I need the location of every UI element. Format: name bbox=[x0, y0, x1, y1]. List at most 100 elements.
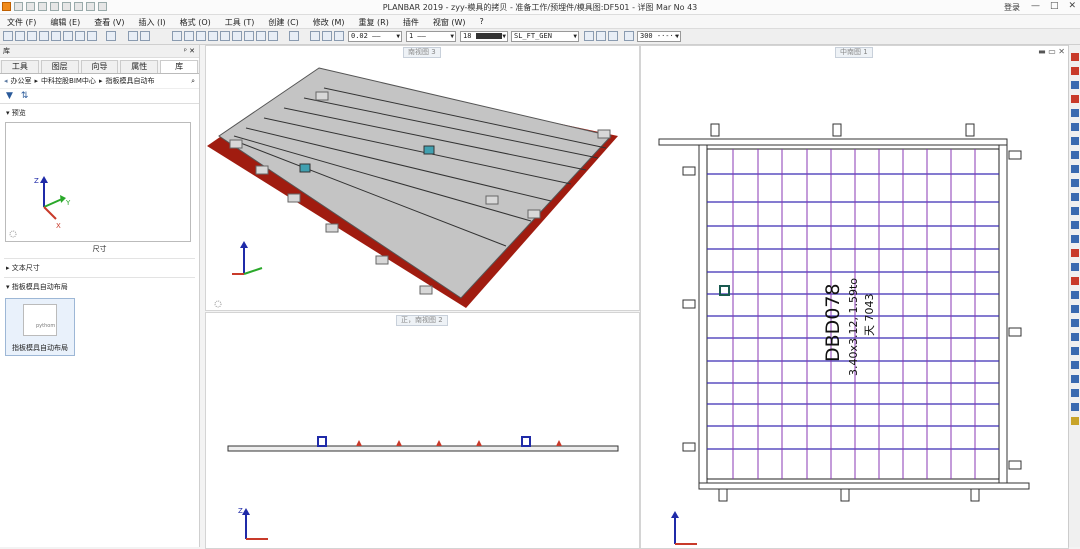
tab-properties[interactable]: 属性 bbox=[120, 60, 159, 73]
top-viewport[interactable]: 中南图 1 ▬ ▭ ✕ DBD078 3.40x3.12, 1.59to 天 7… bbox=[640, 45, 1069, 549]
layer-select[interactable]: SL_FT_GEN ▼ bbox=[511, 31, 579, 42]
menu-format[interactable]: 格式 (O) bbox=[173, 15, 218, 28]
menu-tools[interactable]: 工具 (T) bbox=[218, 15, 262, 28]
scale-select[interactable]: 300 -·-·- ▼ bbox=[637, 31, 681, 42]
stretch-icon[interactable] bbox=[1071, 221, 1079, 229]
breadcrumb-bim-center[interactable]: 中科控股BIM中心 bbox=[41, 76, 96, 86]
tab-tools[interactable]: 工具 bbox=[1, 60, 39, 73]
copy-icon[interactable] bbox=[15, 31, 25, 41]
delete-object-icon[interactable] bbox=[1071, 249, 1079, 257]
iso-view-icon[interactable] bbox=[220, 31, 230, 41]
line-type-select[interactable]: 1 —— ▼ bbox=[406, 31, 456, 42]
menu-plugins[interactable]: 插件 bbox=[396, 15, 426, 28]
modify-icon[interactable] bbox=[1071, 263, 1079, 271]
layer-tool-icon[interactable] bbox=[1071, 347, 1079, 355]
view-3d-icon[interactable] bbox=[208, 31, 218, 41]
pen-thickness-select[interactable]: 0.02 —— ▼ bbox=[348, 31, 402, 42]
zoom-icon[interactable] bbox=[106, 31, 116, 41]
text-icon[interactable] bbox=[1071, 123, 1079, 131]
viewport-icon[interactable] bbox=[184, 31, 194, 41]
hatch-icon[interactable] bbox=[1071, 333, 1079, 341]
tab-layers[interactable]: 图层 bbox=[40, 60, 79, 73]
slab-section bbox=[227, 445, 619, 452]
color-number: 18 bbox=[463, 32, 472, 40]
group-icon[interactable] bbox=[1071, 403, 1079, 411]
color-select[interactable]: 18 ▼ bbox=[460, 31, 508, 42]
sort-icon[interactable]: ⇅ bbox=[21, 91, 29, 101]
breadcrumb-office[interactable]: 办公室 bbox=[11, 76, 32, 86]
pen-icon[interactable] bbox=[310, 31, 320, 41]
select-icon[interactable] bbox=[1071, 361, 1079, 369]
front-viewport[interactable]: 正，南视图 2 Z bbox=[205, 312, 640, 549]
redraw-icon[interactable] bbox=[63, 31, 73, 41]
pencil-icon[interactable] bbox=[334, 31, 344, 41]
menu-window[interactable]: 视窗 (W) bbox=[426, 15, 473, 28]
array-icon[interactable] bbox=[1071, 193, 1079, 201]
view-2d-icon[interactable] bbox=[196, 31, 206, 41]
line-type-value: 1 bbox=[409, 32, 414, 40]
measure-icon[interactable] bbox=[87, 31, 97, 41]
menu-repeat[interactable]: 重复 (R) bbox=[351, 15, 395, 28]
expand-icon[interactable]: ▸ bbox=[6, 264, 10, 272]
join-icon[interactable] bbox=[1071, 319, 1079, 327]
iso-viewport[interactable]: 南视图 3 bbox=[205, 45, 640, 311]
measure-icon[interactable] bbox=[1071, 109, 1079, 117]
search-icon[interactable]: ⌕ bbox=[191, 77, 195, 86]
filter-icon[interactable]: ▼ bbox=[6, 91, 13, 101]
render-icon[interactable] bbox=[268, 31, 278, 41]
preview-icon[interactable] bbox=[75, 31, 85, 41]
line-style-icon[interactable] bbox=[322, 31, 332, 41]
scale-object-icon[interactable] bbox=[1071, 207, 1079, 215]
pin-close-icon[interactable]: ᵖ ✕ bbox=[184, 45, 195, 57]
mirror-icon[interactable] bbox=[1071, 179, 1079, 187]
trim-icon[interactable] bbox=[1071, 235, 1079, 243]
snap-icon[interactable] bbox=[51, 31, 61, 41]
fillet-icon[interactable] bbox=[1071, 305, 1079, 313]
maximize-button[interactable]: □ bbox=[1050, 1, 1059, 11]
magnify-icon[interactable] bbox=[289, 31, 299, 41]
menu-help[interactable]: ? bbox=[473, 15, 491, 28]
cut-icon[interactable] bbox=[3, 31, 13, 41]
menu-create[interactable]: 创建 (C) bbox=[261, 15, 305, 28]
collapse-icon[interactable]: ▾ bbox=[6, 283, 10, 291]
menu-insert[interactable]: 插入 (I) bbox=[132, 15, 173, 28]
draw-polyline-icon[interactable] bbox=[1071, 67, 1079, 75]
delete-icon[interactable] bbox=[39, 31, 49, 41]
layer-lock-icon[interactable] bbox=[596, 31, 606, 41]
lifting-hook bbox=[521, 436, 531, 447]
offset-icon[interactable] bbox=[1071, 291, 1079, 299]
dimension-icon[interactable] bbox=[1071, 81, 1079, 89]
paste-icon[interactable] bbox=[27, 31, 37, 41]
collapse-icon[interactable]: ▾ bbox=[6, 109, 10, 117]
draw-line-icon[interactable] bbox=[1071, 53, 1079, 61]
front-view-icon[interactable] bbox=[232, 31, 242, 41]
pen-tool-icon[interactable] bbox=[1071, 277, 1079, 285]
menu-view[interactable]: 查看 (V) bbox=[87, 15, 131, 28]
layer-visibility-icon[interactable] bbox=[584, 31, 594, 41]
menu-edit[interactable]: 编辑 (E) bbox=[43, 15, 87, 28]
redo-toolbar-icon[interactable] bbox=[140, 31, 150, 41]
breadcrumb-folder[interactable]: 指板模具自动布 bbox=[105, 76, 154, 86]
minimize-button[interactable]: — bbox=[1031, 1, 1040, 11]
properties-icon[interactable] bbox=[1071, 389, 1079, 397]
scale-icon[interactable] bbox=[624, 31, 634, 41]
settings-icon[interactable] bbox=[1071, 417, 1079, 425]
top-view-icon[interactable] bbox=[256, 31, 266, 41]
library-item-auto-layout[interactable]: pythom 指板模具自动布局 bbox=[5, 298, 75, 356]
side-view-icon[interactable] bbox=[244, 31, 254, 41]
rebar-icon[interactable] bbox=[1071, 95, 1079, 103]
back-arrow-icon[interactable]: ◂ bbox=[4, 77, 8, 85]
undo-toolbar-icon[interactable] bbox=[128, 31, 138, 41]
copy-object-icon[interactable] bbox=[1071, 137, 1079, 145]
bulb-icon[interactable] bbox=[608, 31, 618, 41]
window-icon[interactable] bbox=[172, 31, 182, 41]
move-icon[interactable] bbox=[1071, 151, 1079, 159]
menu-modify[interactable]: 修改 (M) bbox=[306, 15, 352, 28]
menu-file[interactable]: 文件 (F) bbox=[0, 15, 43, 28]
login-link[interactable]: 登录 bbox=[1004, 2, 1020, 13]
tab-library[interactable]: 库 bbox=[160, 60, 198, 73]
tab-wizard[interactable]: 向导 bbox=[80, 60, 119, 73]
close-button[interactable]: ✕ bbox=[1068, 1, 1076, 11]
filter-tool-icon[interactable] bbox=[1071, 375, 1079, 383]
rotate-icon[interactable] bbox=[1071, 165, 1079, 173]
